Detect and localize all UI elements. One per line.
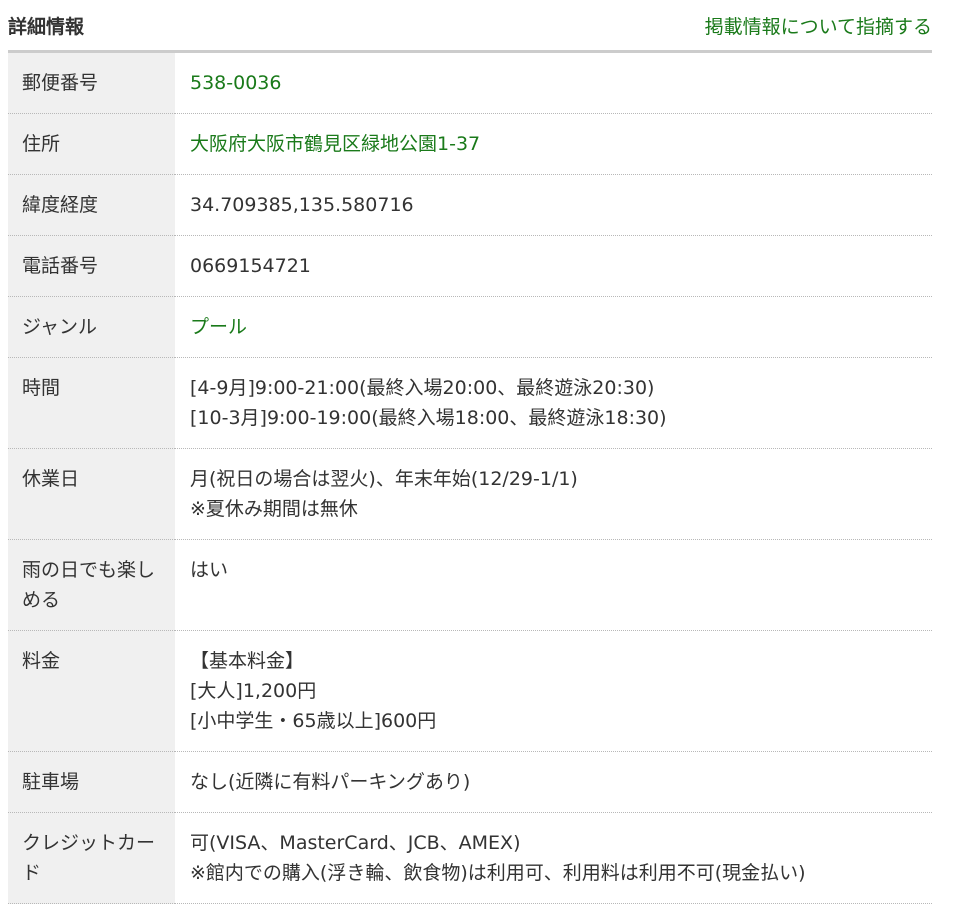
row-rainy-day: 雨の日でも楽しめる はい bbox=[8, 539, 932, 631]
row-lat-lng: 緯度経度 34.709385,135.580716 bbox=[8, 174, 932, 236]
row-closed-days: 休業日 月(祝日の場合は翌火)、年末年始(12/29-1/1) ※夏休み期間は無… bbox=[8, 448, 932, 540]
row-phone: 電話番号 0669154721 bbox=[8, 235, 932, 297]
row-value: 月(祝日の場合は翌火)、年末年始(12/29-1/1) ※夏休み期間は無休 bbox=[175, 448, 932, 540]
hours-line: [4-9月]9:00-21:00(最終入場20:00、最終遊泳20:30) bbox=[190, 377, 655, 399]
row-value: なし(近隣に有料パーキングあり) bbox=[175, 751, 932, 813]
row-value: 可(VISA、MasterCard、JCB、AMEX) ※館内での購入(浮き輪、… bbox=[175, 812, 932, 904]
row-postal-code: 郵便番号 538-0036 bbox=[8, 53, 932, 114]
row-label: 休業日 bbox=[8, 448, 175, 540]
row-label: クレジットカード bbox=[8, 812, 175, 904]
row-label: 緯度経度 bbox=[8, 174, 175, 236]
row-hours: 時間 [4-9月]9:00-21:00(最終入場20:00、最終遊泳20:30)… bbox=[8, 357, 932, 449]
details-section: 詳細情報 掲載情報について指摘する 郵便番号 538-0036 住所 大阪府大阪… bbox=[8, 0, 932, 904]
row-value: はい bbox=[175, 539, 932, 631]
section-header: 詳細情報 掲載情報について指摘する bbox=[8, 0, 932, 53]
row-value: 0669154721 bbox=[175, 235, 932, 297]
closed-days-line: ※夏休み期間は無休 bbox=[190, 498, 358, 520]
row-fee: 料金 【基本料金】 [大人]1,200円 [小中学生・65歳以上]600円 bbox=[8, 630, 932, 752]
credit-card-line: 可(VISA、MasterCard、JCB、AMEX) bbox=[190, 832, 521, 854]
fee-line: [小中学生・65歳以上]600円 bbox=[190, 710, 437, 732]
fee-line: [大人]1,200円 bbox=[190, 680, 317, 702]
row-label: 料金 bbox=[8, 630, 175, 752]
report-info-link[interactable]: 掲載情報について指摘する bbox=[705, 12, 932, 39]
rainy-day-text: はい bbox=[190, 559, 229, 581]
row-value: プール bbox=[175, 296, 932, 358]
row-label: 郵便番号 bbox=[8, 53, 175, 114]
row-value: [4-9月]9:00-21:00(最終入場20:00、最終遊泳20:30) [1… bbox=[175, 357, 932, 449]
row-label: 雨の日でも楽しめる bbox=[8, 539, 175, 631]
row-genre: ジャンル プール bbox=[8, 296, 932, 358]
row-value: 538-0036 bbox=[175, 53, 932, 114]
parking-text: なし(近隣に有料パーキングあり) bbox=[190, 771, 471, 793]
row-label: 駐車場 bbox=[8, 751, 175, 813]
address-link[interactable]: 大阪府大阪市鶴見区緑地公園1-37 bbox=[190, 129, 918, 159]
row-value: 【基本料金】 [大人]1,200円 [小中学生・65歳以上]600円 bbox=[175, 630, 932, 752]
row-value: 34.709385,135.580716 bbox=[175, 174, 932, 236]
postal-code-link[interactable]: 538-0036 bbox=[190, 68, 918, 98]
phone-text: 0669154721 bbox=[190, 255, 311, 277]
row-credit-card: クレジットカード 可(VISA、MasterCard、JCB、AMEX) ※館内… bbox=[8, 812, 932, 904]
details-table: 郵便番号 538-0036 住所 大阪府大阪市鶴見区緑地公園1-37 緯度経度 … bbox=[8, 53, 932, 904]
fee-line: 【基本料金】 bbox=[190, 650, 305, 672]
genre-link[interactable]: プール bbox=[190, 312, 918, 342]
row-parking: 駐車場 なし(近隣に有料パーキングあり) bbox=[8, 751, 932, 813]
closed-days-line: 月(祝日の場合は翌火)、年末年始(12/29-1/1) bbox=[190, 468, 578, 490]
row-address: 住所 大阪府大阪市鶴見区緑地公園1-37 bbox=[8, 113, 932, 175]
row-label: ジャンル bbox=[8, 296, 175, 358]
row-value: 大阪府大阪市鶴見区緑地公園1-37 bbox=[175, 113, 932, 175]
row-label: 時間 bbox=[8, 357, 175, 449]
section-title: 詳細情報 bbox=[8, 15, 85, 38]
row-label: 住所 bbox=[8, 113, 175, 175]
credit-card-line: ※館内での購入(浮き輪、飲食物)は利用可、利用料は利用不可(現金払い) bbox=[190, 862, 806, 884]
row-label: 電話番号 bbox=[8, 235, 175, 297]
lat-lng-text: 34.709385,135.580716 bbox=[190, 194, 414, 216]
hours-line: [10-3月]9:00-19:00(最終入場18:00、最終遊泳18:30) bbox=[190, 407, 667, 429]
